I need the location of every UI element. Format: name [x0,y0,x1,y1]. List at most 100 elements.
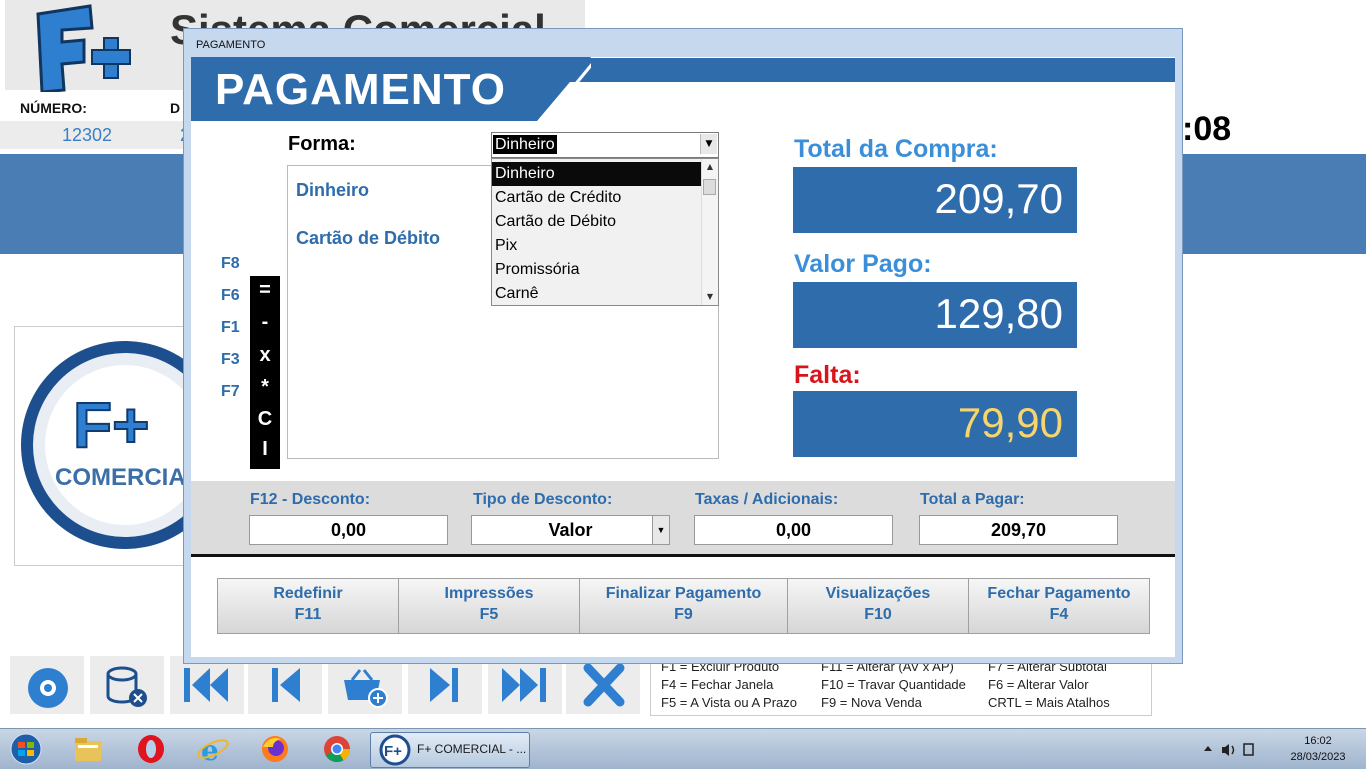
basket-add-button[interactable] [328,656,402,714]
next-record-button[interactable] [408,656,482,714]
shortcut-text: F10 = Travar Quantidade [821,677,966,692]
button-label: Finalizar Pagamento [605,585,762,602]
system-tray[interactable] [1198,741,1258,759]
button-shortcut: F4 [1049,606,1069,623]
shortcuts-panel: F1 = Excluir Produto F11 = Alterar (AV x… [650,656,1152,716]
first-record-icon [184,668,228,702]
dropdown-scrollbar[interactable]: ▲ ▼ [701,159,718,305]
disc-icon [28,668,68,708]
database-delete-button[interactable] [90,656,164,714]
fechar-pagamento-button[interactable]: Fechar Pagamento F4 [968,578,1150,634]
operator-times[interactable]: x [250,344,280,367]
tray-time[interactable]: 16:02 [1288,735,1348,747]
dropdown-option-cartao-credito[interactable]: Cartão de Crédito [492,186,703,210]
valor-pago-label: Valor Pago: [794,250,932,278]
shortcut-text: CRTL = Mais Atalhos [988,695,1110,710]
chevron-down-icon[interactable]: ▼ [652,516,669,544]
total-compra-box: 209,70 [793,167,1077,233]
tipo-desconto-value: Valor [548,520,593,540]
svg-text:e: e [201,734,219,765]
disc-button[interactable] [10,656,84,714]
impressoes-button[interactable]: Impressões F5 [398,578,580,634]
chrome-taskbar-button[interactable] [319,733,355,765]
data-label: D [170,100,181,116]
close-button[interactable] [566,656,640,714]
payment-item[interactable]: Dinheiro [296,180,369,201]
volume-icon [1222,744,1229,756]
button-shortcut: F11 [294,606,322,623]
ie-taskbar-button[interactable]: e [195,733,231,767]
basket-add-icon [344,669,388,708]
firefox-taskbar-button[interactable] [257,733,293,765]
shortcut-text: F6 = Alterar Valor [988,677,1089,692]
chevron-down-icon[interactable]: ▼ [700,134,717,154]
toolbar [10,656,642,714]
logo-f-text: F+ [73,389,149,461]
desconto-field[interactable]: 0,00 [249,515,448,545]
folder-icon [75,738,101,761]
payment-item[interactable]: Cartão de Débito [296,228,440,249]
dropdown-option-cartao-debito[interactable]: Cartão de Débito [492,210,703,234]
total-pagar-field[interactable]: 209,70 [919,515,1118,545]
dropdown-option-promissoria[interactable]: Promissória [492,258,703,282]
explorer-taskbar-button[interactable] [70,733,106,765]
button-label: Impressões [444,585,534,602]
numero-value: 12302 [62,125,113,145]
operator-clear[interactable]: C [250,408,280,431]
chrome-icon [324,736,351,763]
falta-box: 79,90 [793,391,1077,457]
scroll-up-icon[interactable]: ▲ [702,159,718,175]
tray-date[interactable]: 28/03/2023 [1282,751,1354,763]
dialog-heading: PAGAMENTO [215,65,506,114]
scroll-down-icon[interactable]: ▼ [702,289,718,305]
visualizacoes-button[interactable]: Visualizações F10 [787,578,969,634]
fkey-label: F7 [221,383,240,400]
separator [191,554,1175,557]
fplus-taskbar-button[interactable]: F+ F+ COMERCIAL - ... [370,732,530,768]
numero-label: NÚMERO: [20,100,87,116]
forma-selected-value: Dinheiro [493,135,557,154]
start-button[interactable] [6,733,46,765]
previous-record-button[interactable] [248,656,322,714]
dropdown-option-pix[interactable]: Pix [492,234,703,258]
company-logo: F+ COMERCIA [14,326,188,566]
svg-text:F+: F+ [384,743,402,760]
forma-dropdown-list[interactable]: Dinheiro Cartão de Crédito Cartão de Déb… [491,158,719,306]
button-shortcut: F5 [479,606,499,623]
tipo-desconto-select[interactable]: Valor ▼ [471,515,670,545]
button-label: Visualizações [825,585,931,602]
operator-insert[interactable]: I [250,438,280,461]
close-icon [583,663,625,707]
taxas-field[interactable]: 0,00 [694,515,893,545]
operator-minus[interactable]: - [250,311,280,334]
next-record-icon [430,668,458,702]
operator-multiply[interactable]: * [250,376,280,399]
payment-dialog: PAGAMENTO PAGAMENTO Forma: Dinheiro Cart… [183,28,1183,664]
redefinir-button[interactable]: Redefinir F11 [217,578,399,634]
button-label: Fechar Pagamento [987,585,1131,602]
last-record-icon [502,668,546,702]
falta-value: 79,90 [957,399,1063,446]
dropdown-option-carne[interactable]: Carnê [492,282,703,306]
desconto-label: F12 - Desconto: [250,491,371,508]
fkey-label: F3 [221,351,240,368]
scrollbar-thumb[interactable] [703,179,716,195]
operator-equals[interactable]: = [250,279,280,302]
total-compra-label: Total da Compra: [794,135,998,163]
logo-sub-text: COMERCIA [55,464,186,491]
opera-taskbar-button[interactable] [133,733,169,765]
f-plus-logo [36,4,131,92]
button-shortcut: F9 [674,606,693,623]
last-record-button[interactable] [488,656,562,714]
valor-pago-box: 129,80 [793,282,1077,348]
button-label: Redefinir [273,585,343,602]
dropdown-option-dinheiro[interactable]: Dinheiro [492,162,703,186]
firefox-icon [262,736,288,762]
forma-select[interactable]: Dinheiro ▼ [491,132,719,158]
fkey-label: F1 [221,319,240,336]
first-record-button[interactable] [170,656,244,714]
finalizar-pagamento-button[interactable]: Finalizar Pagamento F9 [579,578,788,634]
taskbar-app-label: F+ COMERCIAL - ... [417,742,527,756]
network-icon [1243,743,1254,756]
window-title: PAGAMENTO [196,39,266,51]
